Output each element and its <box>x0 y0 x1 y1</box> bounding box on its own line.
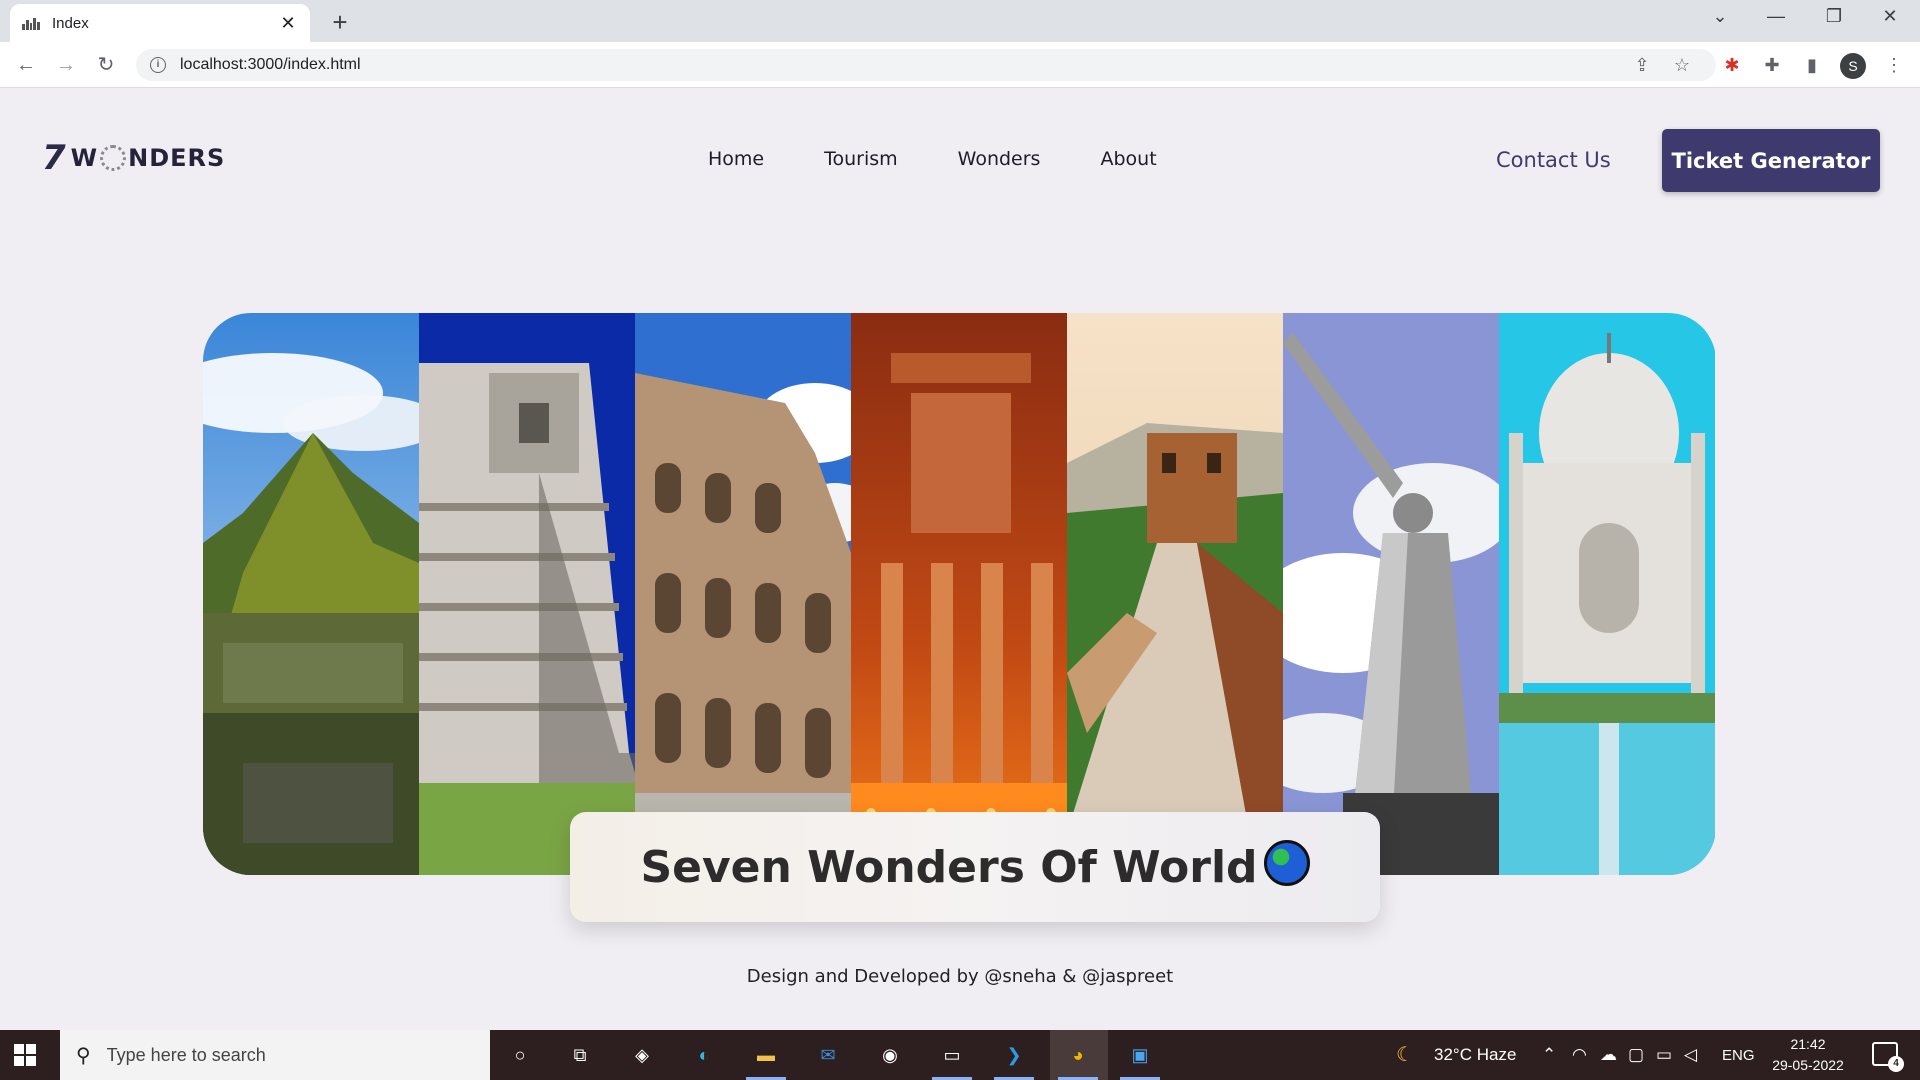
language-indicator[interactable]: ENG <box>1722 1047 1755 1064</box>
browser-tab[interactable]: Index ✕ <box>10 4 310 42</box>
favicon-icon <box>22 16 40 30</box>
extensions-puzzle-icon[interactable]: ✚ <box>1760 53 1784 77</box>
site-info-icon[interactable]: i <box>150 57 166 73</box>
onedrive-icon[interactable]: ☁ <box>1600 1045 1617 1065</box>
minimize-button[interactable]: — <box>1756 6 1796 27</box>
tab-title: Index <box>52 14 89 32</box>
browser-tab-strip: Index ✕ + ⌄ — ❐ ✕ <box>0 0 1920 42</box>
great-wall-image <box>1067 313 1283 875</box>
weather-text[interactable]: 32°C Haze <box>1434 1045 1516 1065</box>
file-explorer-icon[interactable]: ▬ <box>750 1040 782 1070</box>
footer-credit: Design and Developed by @sneha & @jaspre… <box>746 966 1174 987</box>
restore-button[interactable]: ❐ <box>1814 6 1854 27</box>
ticket-generator-button[interactable]: Ticket Generator <box>1662 129 1880 192</box>
taj-mahal-image <box>1499 313 1715 875</box>
clock-date: 29-05-2022 <box>1772 1057 1844 1073</box>
close-window-button[interactable]: ✕ <box>1870 6 1910 27</box>
terminal-icon[interactable]: ▭ <box>936 1040 968 1070</box>
address-bar[interactable]: i localhost:3000/index.html <box>136 49 1716 81</box>
vscode-icon[interactable]: ❯ <box>998 1040 1030 1070</box>
edge-icon[interactable]: ◐ <box>688 1040 720 1070</box>
weather-icon[interactable]: ☾ <box>1396 1042 1414 1067</box>
wifi-icon[interactable]: ◠ <box>1572 1045 1587 1065</box>
taskbar-clock[interactable]: 21:42 29-05-2022 <box>1764 1034 1852 1076</box>
back-icon[interactable]: ← <box>12 51 40 79</box>
share-icon[interactable]: ⇪ <box>1630 53 1654 77</box>
hero-title: Seven Wonders Of World <box>640 841 1258 893</box>
cortana-icon[interactable]: ○ <box>504 1040 536 1070</box>
web-page: 7 W NDERS Home Tourism Wonders About Con… <box>0 88 1920 1030</box>
christ-the-redeemer-image <box>1283 313 1499 875</box>
notification-badge: 4 <box>1888 1056 1904 1072</box>
machu-picchu-image <box>203 313 419 875</box>
tab-search-icon[interactable]: ⌄ <box>1700 6 1740 27</box>
clock-time: 21:42 <box>1790 1036 1826 1052</box>
site-logo[interactable]: 7 W NDERS <box>42 138 225 178</box>
taskbar-search-box[interactable]: ⚲ Type here to search <box>60 1030 490 1080</box>
notification-center-icon[interactable]: 4 <box>1872 1042 1904 1072</box>
colosseum-image <box>635 313 851 875</box>
petra-image <box>851 313 1067 875</box>
reload-icon[interactable]: ↻ <box>92 51 120 79</box>
nav-tourism[interactable]: Tourism <box>824 148 898 170</box>
menu-kebab-icon[interactable]: ⋮ <box>1882 53 1906 77</box>
task-view-icon[interactable]: ⧉ <box>564 1040 596 1070</box>
nav-about[interactable]: About <box>1100 148 1156 170</box>
tab-close-icon[interactable]: ✕ <box>278 13 298 34</box>
new-tab-button[interactable]: + <box>325 7 355 38</box>
volume-icon[interactable]: ◁ <box>1684 1045 1697 1065</box>
github-icon[interactable]: ◉ <box>874 1040 906 1070</box>
windows-start-icon[interactable] <box>14 1044 36 1066</box>
nav-menu: Home Tourism Wonders About <box>708 148 1157 170</box>
chrome-icon[interactable]: ◕ <box>1062 1040 1094 1070</box>
search-placeholder: Type here to search <box>106 1044 266 1065</box>
show-hidden-icons-icon[interactable]: ⌃ <box>1542 1045 1556 1065</box>
url-text: localhost:3000/index.html <box>180 56 361 73</box>
windows-taskbar: ⚲ Type here to search ○ ⧉ ◈ ◐ ▬ ✉ ◉ ▭ ❯ … <box>0 1030 1920 1080</box>
security-icon[interactable]: ▢ <box>1628 1045 1644 1065</box>
bookmark-star-icon[interactable]: ☆ <box>1670 53 1694 77</box>
extension-icon[interactable]: ✱ <box>1720 53 1744 77</box>
photos-icon[interactable]: ▣ <box>1124 1040 1156 1070</box>
profile-avatar[interactable]: S <box>1840 53 1866 79</box>
dropbox-icon[interactable]: ◈ <box>626 1040 658 1070</box>
mail-icon[interactable]: ✉ <box>812 1040 844 1070</box>
search-icon: ⚲ <box>76 1044 91 1067</box>
hero-caption-card: Seven Wonders Of World <box>570 812 1380 922</box>
battery-icon[interactable]: ▭ <box>1656 1045 1672 1065</box>
forward-icon[interactable]: → <box>52 51 80 79</box>
wonders-collage <box>203 313 1716 875</box>
side-panel-icon[interactable]: ▮ <box>1800 53 1824 77</box>
contact-us-link[interactable]: Contact Us <box>1496 148 1611 172</box>
logo-globe-icon <box>100 145 127 171</box>
browser-toolbar: ← → ↻ i localhost:3000/index.html ⇪ ☆ ✱ … <box>0 42 1920 88</box>
chichen-itza-image <box>419 313 635 875</box>
nav-home[interactable]: Home <box>708 148 764 170</box>
nav-wonders[interactable]: Wonders <box>958 148 1041 170</box>
earth-globe-icon <box>1263 840 1310 886</box>
